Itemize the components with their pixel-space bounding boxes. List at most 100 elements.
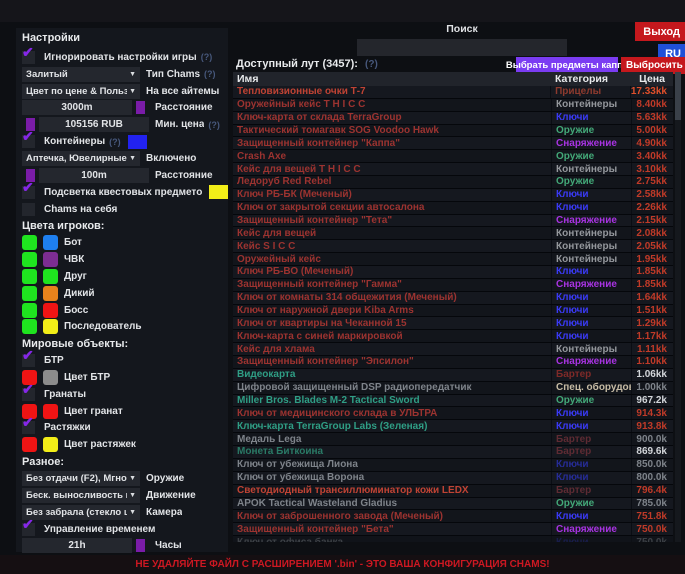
table-scrollbar[interactable] xyxy=(675,72,681,542)
item-price: 3.10kk xyxy=(631,163,673,175)
scrollbar-thumb[interactable] xyxy=(675,72,681,120)
world-color-swatch-1[interactable] xyxy=(22,437,37,452)
table-row[interactable]: Crash Axe Оружие 3.40kk xyxy=(233,150,673,163)
table-row[interactable]: Защищенный контейнер "Каппа" Снаряжение … xyxy=(233,137,673,150)
time-control-checkbox[interactable]: ✔ xyxy=(22,523,35,536)
table-row[interactable]: Оружейный кейс T H I C C Контейнеры 8.40… xyxy=(233,99,673,112)
table-row[interactable]: Ключ РБ-ВО (Меченый) Ключи 1.85kk xyxy=(233,266,673,279)
item-price: 869.6k xyxy=(631,446,673,458)
table-row[interactable]: Ледоруб Red Rebel Оружие 2.75kk xyxy=(233,176,673,189)
world-object-checkbox[interactable]: ✔ xyxy=(22,421,35,434)
table-row[interactable]: Светодиодный трансиллюминатор кожи LEDX … xyxy=(233,485,673,498)
table-row[interactable]: Защищенный контейнер "Гамма" Снаряжение … xyxy=(233,279,673,292)
color-mode-select[interactable]: Цвет по цене & Пользователь ▼ xyxy=(22,84,140,99)
table-row[interactable]: Тактический томагавк SOG Voodoo Hawk Ору… xyxy=(233,125,673,138)
table-row[interactable]: Оружейный кейс Контейнеры 1.95kk xyxy=(233,253,673,266)
table-row[interactable]: Защищенный контейнер "Тета" Снаряжение 2… xyxy=(233,215,673,228)
item-price: 785.0k xyxy=(631,498,673,510)
table-row[interactable]: Ключ от убежища Ворона Ключи 800.0k xyxy=(233,472,673,485)
world-object-checkbox[interactable]: ✔ xyxy=(22,354,35,367)
table-row[interactable]: Цифровой защищенный DSP радиопередатчик … xyxy=(233,382,673,395)
containers-checkbox[interactable]: ✔ xyxy=(22,135,35,148)
item-name: Защищенный контейнер "Бета" xyxy=(233,524,551,535)
table-row[interactable]: Ключ РБ-БК (Меченый) Ключи 2.58kk xyxy=(233,189,673,202)
table-row[interactable]: Ключ-карта от склада TerraGroup Ключи 5.… xyxy=(233,112,673,125)
world-color-swatch-2[interactable] xyxy=(43,404,58,419)
player-color-swatch-visible[interactable] xyxy=(22,303,37,318)
ignore-game-settings-checkbox[interactable]: ✔ xyxy=(22,51,35,64)
table-row[interactable]: Видеокарта Бартер 1.06kk xyxy=(233,369,673,382)
table-row[interactable]: Ключ от офиса банка Ключи 750.0k xyxy=(233,536,673,542)
camera-mode-select[interactable]: Без забрала (стекло шлема) ▼ xyxy=(22,505,140,520)
item-price: 17.33kk xyxy=(630,86,673,98)
world-object-checkbox[interactable]: ✔ xyxy=(22,388,35,401)
table-row[interactable]: Кейс для вещей T H I C C Контейнеры 3.10… xyxy=(233,163,673,176)
table-row[interactable]: Ключ-карта TerraGroup Labs (Зеленая) Клю… xyxy=(233,420,673,433)
item-category: Спец. оборудование xyxy=(551,382,631,394)
quest-color-swatch[interactable] xyxy=(209,185,228,199)
item-category: Оружие xyxy=(551,395,631,407)
table-row[interactable]: Miller Bros. Blades M-2 Tactical Sword О… xyxy=(233,395,673,408)
table-row[interactable]: Ключ-карта с синей маркировкой Ключи 1.1… xyxy=(233,330,673,343)
table-row[interactable]: Защищенный контейнер "Эпсилон" Снаряжени… xyxy=(233,356,673,369)
table-row[interactable]: Ключ от квартиры на Чеканной 15 Ключи 1.… xyxy=(233,317,673,330)
chams-type-select[interactable]: Залитый ▼ xyxy=(22,67,140,82)
table-row[interactable]: Монета Биткоина Бартер 869.6k xyxy=(233,446,673,459)
item-filter-select[interactable]: Аптечка, Ювелирные и... ▼ xyxy=(22,151,140,166)
item-price: 1.17kk xyxy=(631,330,673,342)
player-color-swatch-behind[interactable] xyxy=(43,269,58,284)
item-price: 2.15kk xyxy=(631,215,673,227)
player-color-swatch-behind[interactable] xyxy=(43,319,58,334)
search-input[interactable] xyxy=(357,39,567,56)
table-row[interactable]: Медаль Lega Бартер 900.0k xyxy=(233,433,673,446)
players-section-header: Цвета игроков: xyxy=(16,217,228,234)
world-color-swatch-2[interactable] xyxy=(43,370,58,385)
min-price-input[interactable]: 105156 RUB xyxy=(39,117,149,132)
quest-highlight-checkbox[interactable]: ✔ xyxy=(22,186,35,199)
item-category: Снаряжение xyxy=(551,279,631,291)
table-row[interactable]: Ключ от медицинского склада в УЛЬТРА Клю… xyxy=(233,407,673,420)
table-row[interactable]: Ключ от заброшенного завода (Меченый) Кл… xyxy=(233,510,673,523)
world-color-swatch-2[interactable] xyxy=(43,437,58,452)
table-row[interactable]: Тепловизионные очки Т-7 Прицелы 17.33kk xyxy=(233,86,673,99)
player-color-swatch-behind[interactable] xyxy=(43,286,58,301)
chams-self-checkbox[interactable]: ✔ xyxy=(22,203,35,216)
weapon-mode-select[interactable]: Без отдачи (F2), Мгновенное п ▼ xyxy=(22,471,140,486)
item-price: 2.05kk xyxy=(631,240,673,252)
player-color-swatch-visible[interactable] xyxy=(22,269,37,284)
table-row[interactable]: Ключ от наружной двери Kiba Arms Ключи 1… xyxy=(233,305,673,318)
distance-input[interactable]: 3000m xyxy=(22,100,132,115)
distance2-input[interactable]: 100m xyxy=(39,168,149,183)
input-label: Расстояние xyxy=(155,102,213,113)
column-header-category[interactable]: Категория xyxy=(551,73,631,85)
column-header-name[interactable]: Имя xyxy=(233,73,551,85)
table-row[interactable]: Защищенный контейнер "Бета" Снаряжение 7… xyxy=(233,523,673,536)
setting-row-containers: ✔ Контейнеры (?) xyxy=(16,133,228,150)
item-name: Оружейный кейс xyxy=(233,254,551,265)
distance-color-swatch[interactable] xyxy=(136,101,145,114)
table-row[interactable]: Ключ от убежища Лиона Ключи 850.0k xyxy=(233,459,673,472)
player-color-swatch-visible[interactable] xyxy=(22,286,37,301)
item-name: Ключ от убежища Ворона xyxy=(233,472,551,483)
table-row[interactable]: Ключ от комнаты 314 общежития (Меченый) … xyxy=(233,292,673,305)
player-color-swatch-visible[interactable] xyxy=(22,252,37,267)
player-color-swatch-behind[interactable] xyxy=(43,303,58,318)
hours-input[interactable]: 21h xyxy=(22,538,132,553)
item-price: 3.40kk xyxy=(631,150,673,162)
containers-color-swatch[interactable] xyxy=(128,135,147,149)
player-color-swatch-visible[interactable] xyxy=(22,235,37,250)
table-row[interactable]: Ключ от закрытой секции автосалона Ключи… xyxy=(233,202,673,215)
exit-button[interactable]: Выход xyxy=(635,22,685,41)
table-row[interactable]: Кейс для вещей Контейнеры 2.08kk xyxy=(233,227,673,240)
player-color-swatch-behind[interactable] xyxy=(43,235,58,250)
movement-mode-select[interactable]: Беск. выносливость и нет уста ▼ xyxy=(22,488,140,503)
table-row[interactable]: Кейс для хлама Контейнеры 1.11kk xyxy=(233,343,673,356)
player-color-swatch-behind[interactable] xyxy=(43,252,58,267)
hours-color-swatch[interactable] xyxy=(136,539,145,552)
item-price: 800.0k xyxy=(631,472,673,484)
table-row[interactable]: Кейс S I C C Контейнеры 2.05kk xyxy=(233,240,673,253)
table-row[interactable]: APOK Tactical Wasteland Gladius Оружие 7… xyxy=(233,498,673,511)
player-color-swatch-visible[interactable] xyxy=(22,319,37,334)
column-header-price[interactable]: Цена xyxy=(631,73,673,85)
item-category: Оружие xyxy=(551,498,631,510)
